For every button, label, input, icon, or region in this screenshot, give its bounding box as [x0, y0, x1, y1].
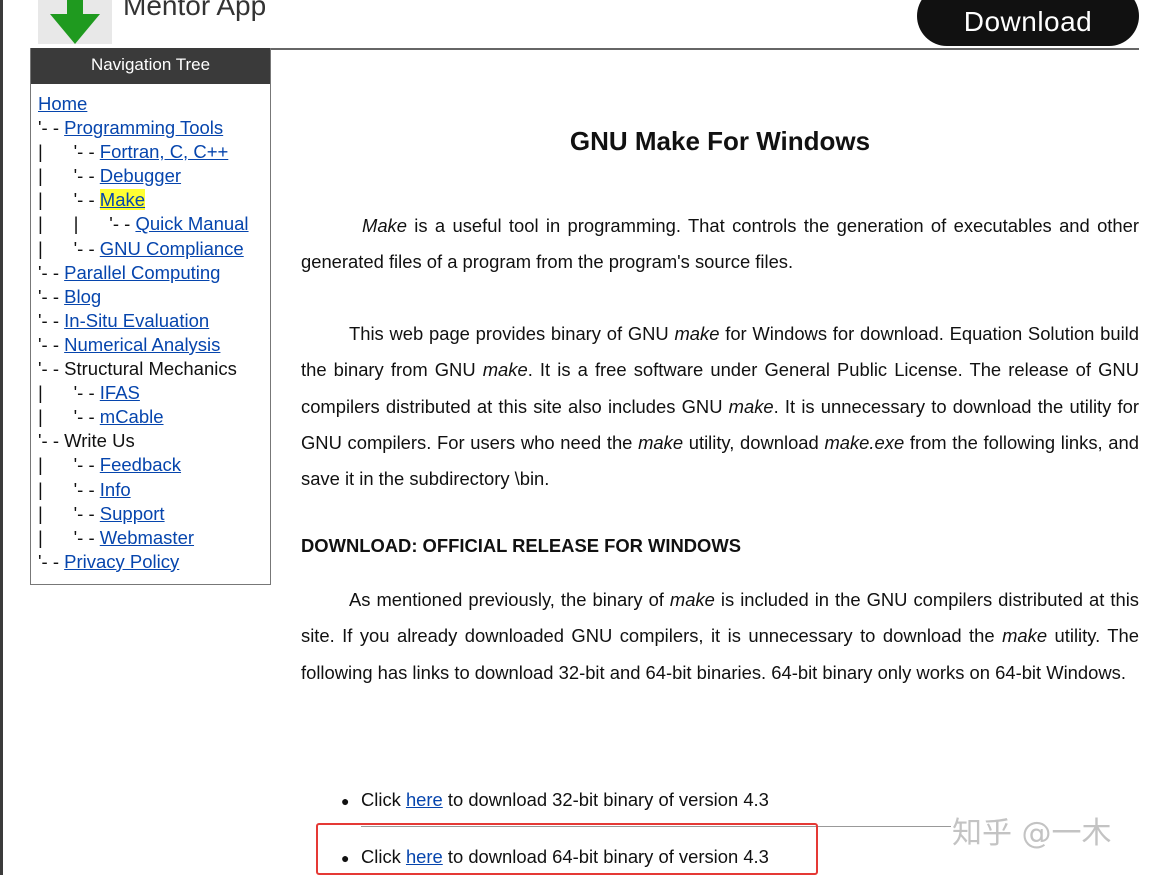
make-term: make [669, 589, 715, 610]
nav-item-ifas[interactable]: | '- - IFAS [38, 381, 270, 405]
nav-item-label[interactable]: Debugger [100, 165, 181, 186]
tree-connector: | '- - [38, 237, 100, 259]
tree-connector: '- - [38, 333, 65, 355]
nav-item-make[interactable]: | '- - Make [38, 188, 270, 212]
nav-item-fortran-c-c[interactable]: | '- - Fortran, C, C++ [38, 140, 270, 164]
tree-connector: | '- - [38, 165, 100, 187]
nav-item-label[interactable]: IFAS [100, 382, 140, 403]
download-button[interactable]: Download [917, 0, 1139, 46]
nav-item-parallel-computing[interactable]: '- - Parallel Computing [38, 261, 270, 285]
nav-item-programming-tools[interactable]: '- - Programming Tools [38, 116, 270, 140]
app-name: Mentor App [123, 0, 267, 21]
tree-connector: | | '- - [38, 213, 136, 235]
make-term: make [638, 431, 684, 453]
annotation-highlight-box [316, 823, 818, 875]
tree-connector: '- - [38, 285, 65, 307]
nav-item-label[interactable]: Numerical Analysis [64, 334, 220, 355]
tree-connector: '- - [38, 430, 65, 452]
nav-item-quick-manual[interactable]: | | '- - Quick Manual [38, 212, 270, 236]
navigation-tree-heading: Navigation Tree [31, 48, 270, 84]
nav-item-label[interactable]: Webmaster [100, 527, 194, 548]
make-exe-term: make.exe [824, 431, 905, 453]
tree-connector: | '- - [38, 454, 100, 476]
nav-item-debugger[interactable]: | '- - Debugger [38, 164, 270, 188]
download-arrow-icon [50, 0, 100, 44]
info-text: As mentioned previously, the binary of [349, 589, 670, 610]
nav-item-label[interactable]: Home [38, 93, 87, 114]
tree-connector: '- - [38, 261, 65, 283]
nav-item-label[interactable]: Info [100, 479, 131, 500]
nav-item-info[interactable]: | '- - Info [38, 478, 270, 502]
nav-item-label[interactable]: Privacy Policy [64, 551, 179, 572]
download-32bit-link[interactable]: here [406, 789, 443, 810]
nav-item-feedback[interactable]: | '- - Feedback [38, 453, 270, 477]
nav-item-webmaster[interactable]: | '- - Webmaster [38, 526, 270, 550]
tree-connector: | '- - [38, 189, 100, 211]
nav-item-label[interactable]: Fortran, C, C++ [100, 141, 229, 162]
tree-connector: '- - [38, 358, 65, 380]
header-divider [270, 48, 1139, 50]
navigation-tree: Navigation Tree Home '- - Programming Too… [30, 48, 271, 585]
nav-item-label: Write Us [64, 430, 135, 452]
make-term: make [674, 323, 720, 344]
nav-item-numerical-analysis[interactable]: '- - Numerical Analysis [38, 333, 270, 357]
nav-item-label[interactable]: mCable [100, 406, 164, 427]
download-text: to download 32-bit binary of version 4.3 [442, 789, 769, 810]
description-paragraph: This web page provides binary of GNU mak… [301, 316, 1139, 497]
nav-item-label[interactable]: Feedback [100, 454, 181, 475]
nav-item-label[interactable]: Support [100, 503, 165, 524]
nav-item-blog[interactable]: '- - Blog [38, 285, 270, 309]
tree-connector: | '- - [38, 141, 100, 163]
nav-item-home[interactable]: Home [38, 92, 270, 116]
watermark: 知乎 @一木 [952, 816, 1112, 851]
page-title: GNU Make For Windows [569, 126, 871, 156]
nav-item-label[interactable]: Programming Tools [64, 117, 223, 138]
nav-item-gnu-compliance[interactable]: | '- - GNU Compliance [38, 237, 270, 261]
nav-item-label[interactable]: Parallel Computing [64, 262, 220, 283]
navigation-tree-list: Home '- - Programming Tools | '- - Fortran… [31, 84, 270, 574]
nav-item-label: Structural Mechanics [64, 358, 237, 380]
nav-item-label[interactable]: In-Situ Evaluation [64, 310, 209, 331]
desc-text: This web page provides binary of GNU [349, 323, 675, 344]
tree-connector: | '- - [38, 478, 100, 500]
nav-item-label[interactable]: Blog [64, 286, 101, 307]
intro-text: is a useful tool in programming. That co… [301, 215, 1139, 273]
tree-connector: | '- - [38, 502, 100, 524]
download-info-paragraph: As mentioned previously, the binary of m… [301, 582, 1139, 691]
window-left-border [0, 0, 3, 875]
nav-item-privacy-policy[interactable]: '- - Privacy Policy [38, 550, 270, 574]
nav-item-support[interactable]: | '- - Support [38, 502, 270, 526]
tree-connector: '- - [38, 550, 65, 572]
make-term: make [728, 395, 774, 417]
tree-connector: | '- - [38, 526, 100, 548]
download-text: Click [361, 789, 406, 810]
make-term: Make [362, 215, 407, 236]
app-logo[interactable] [38, 0, 112, 44]
nav-item-structural-mechanics: '- - Structural Mechanics [38, 357, 270, 381]
tree-connector: | '- - [38, 382, 100, 404]
tree-connector: '- - [38, 309, 65, 331]
tree-connector: | '- - [38, 406, 100, 428]
nav-item-label[interactable]: Quick Manual [135, 213, 248, 234]
nav-item-label[interactable]: Make [99, 189, 146, 211]
tree-connector: '- - [38, 117, 65, 139]
bullet-icon: ● [341, 793, 350, 809]
make-term: make [1002, 625, 1048, 647]
download-section-heading: DOWNLOAD: OFFICIAL RELEASE FOR WINDOWS [301, 535, 741, 556]
nav-item-in-situ-evaluation[interactable]: '- - In-Situ Evaluation [38, 309, 270, 333]
nav-item-label[interactable]: GNU Compliance [100, 238, 244, 259]
intro-paragraph: Make is a useful tool in programming. Th… [301, 208, 1139, 281]
make-term: make [482, 359, 528, 381]
desc-text: utility, download [683, 431, 825, 453]
nav-item-mcable[interactable]: | '- - mCable [38, 405, 270, 429]
nav-item-write-us: '- - Write Us [38, 429, 270, 453]
